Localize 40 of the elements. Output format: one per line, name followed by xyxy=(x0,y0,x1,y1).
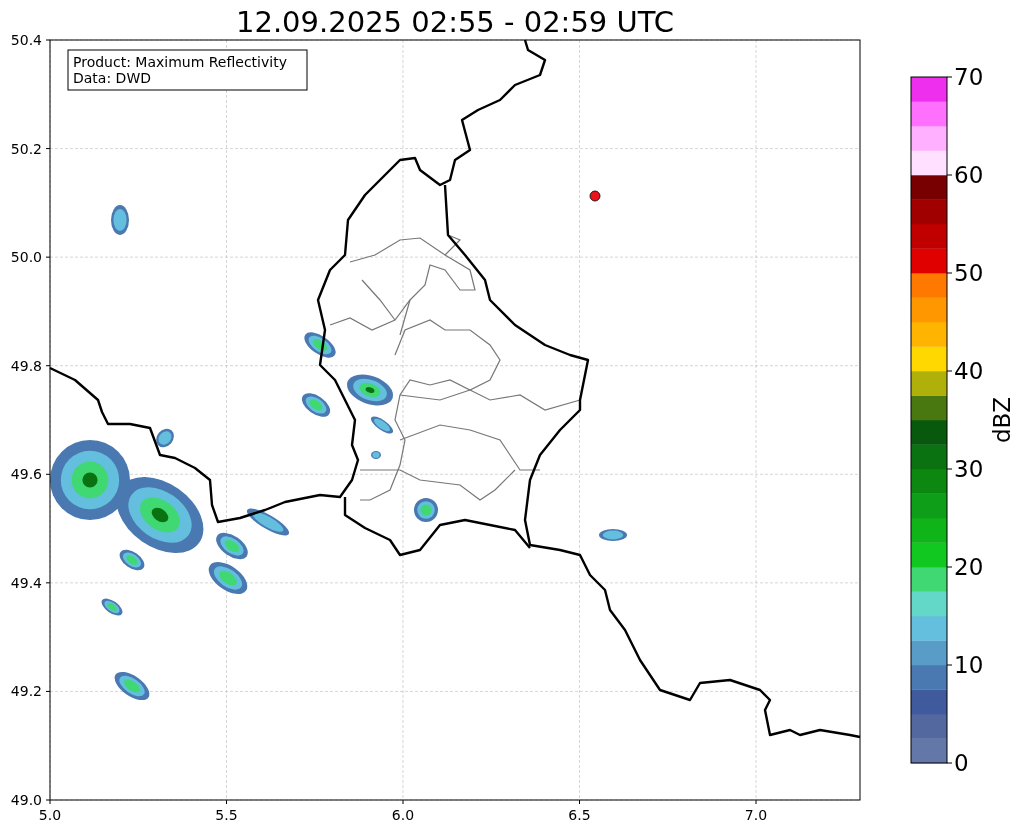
colorbar-tick-label: 50 xyxy=(954,260,984,286)
radar-echo-drawing xyxy=(114,671,150,701)
colorbar-tick-label: 60 xyxy=(954,162,984,188)
radar-echo-drawing xyxy=(216,532,248,560)
x-tick-label: 5.0 xyxy=(38,807,62,823)
radar-echo-drawing xyxy=(347,374,393,406)
radar-echo-drawing xyxy=(301,393,331,417)
y-tick-label: 49.4 xyxy=(10,574,42,591)
y-tick-label: 50.4 xyxy=(10,32,42,48)
colorbar-tick-label: 0 xyxy=(954,750,969,776)
colorbar-tick-label: 20 xyxy=(954,554,984,580)
x-tick-label: 5.5 xyxy=(215,807,238,823)
radar-echo-drawing xyxy=(156,428,174,448)
location-marker xyxy=(589,190,601,202)
colorbar-tick-label: 30 xyxy=(954,456,984,482)
colorbar-tick-label: 70 xyxy=(954,64,984,90)
radar-echo-drawing xyxy=(101,598,123,616)
radar-echo-drawing xyxy=(111,205,129,235)
y-tick-label: 49.6 xyxy=(10,466,42,483)
radar-echo-drawing xyxy=(414,498,438,522)
y-tick-label: 50.2 xyxy=(10,140,42,157)
radar-echo-drawing xyxy=(246,508,290,536)
y-tick-label: 50.0 xyxy=(10,249,42,266)
radar-echo-drawing xyxy=(304,332,336,358)
colorbar-tick-label: 10 xyxy=(954,652,984,678)
y-tick-label: 49.8 xyxy=(10,357,42,374)
radar-echo-drawing xyxy=(371,451,381,459)
x-tick-label: 7.0 xyxy=(744,807,768,823)
radar-echo-drawing xyxy=(599,529,627,541)
info-text: Data: DWD xyxy=(73,70,151,86)
x-tick-label: 6.0 xyxy=(391,807,415,823)
radar-echo-drawing xyxy=(370,416,394,434)
chart-title: 12.09.2025 02:55 - 02:59 UTC xyxy=(236,5,674,39)
colorbar-tick-label: 40 xyxy=(954,358,984,384)
colorbar-label: dBZ xyxy=(989,396,1015,444)
radar-echo-drawing xyxy=(208,562,248,594)
info-text: Product: Maximum Reflectivity xyxy=(73,54,287,70)
y-tick-label: 49.0 xyxy=(10,792,42,808)
x-tick-label: 6.5 xyxy=(568,807,591,823)
y-tick-label: 49.2 xyxy=(10,683,42,700)
